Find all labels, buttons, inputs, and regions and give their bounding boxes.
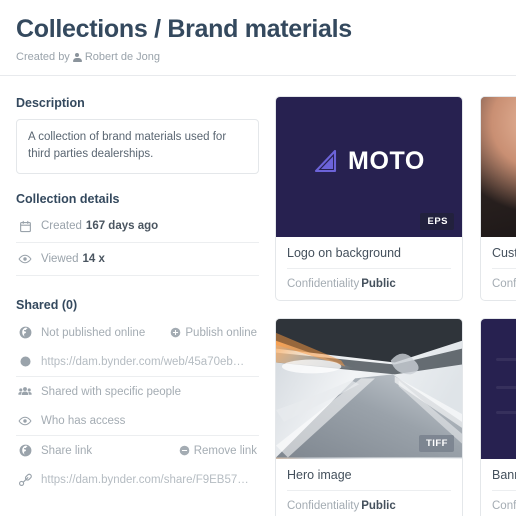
confidentiality-label: Confidentiality [492,500,516,512]
asset-confidentiality: ConfidentialityPublic [492,269,516,290]
confidentiality-label: Confidentiality [492,278,516,290]
asset-card[interactable]: TIFF Hero image Confidentiality Public [275,318,463,516]
asset-card[interactable]: Customer ConfidentialityPublic [480,96,516,301]
detail-value-viewed: 14 x [82,253,105,265]
confidentiality-label: Confidentiality [287,278,360,290]
author-name[interactable]: Robert de Jong [85,51,160,64]
detail-label-viewed: Viewed [41,253,79,265]
detail-label-created: Created [41,220,82,232]
plus-circle-icon [170,327,181,338]
asset-confidentiality: ConfidentialityPublic [492,491,516,512]
details-sidebar: Description A collection of brand materi… [0,76,275,494]
circle-icon [18,355,32,369]
confidentiality-label: Confidentiality [287,500,360,512]
description-heading: Description [16,96,85,110]
moto-wordmark: MOTO [348,146,425,175]
assets-grid-region: MOTO EPS Logo on background Confidential… [275,76,516,516]
file-type-badge: TIFF [418,435,454,452]
link-icon [18,473,32,487]
asset-thumbnail[interactable] [481,319,516,459]
remove-link-button[interactable]: Remove link [179,445,257,457]
asset-title: Banner [492,468,516,491]
remove-link-label: Remove link [193,444,257,457]
shared-row-specific-people[interactable]: Shared with specific people [16,377,259,406]
eye-icon [18,252,32,266]
banner-stripe [495,411,516,415]
shared-label-who-has-access: Who has access [41,414,126,427]
asset-thumbnail[interactable]: MOTO EPS [276,97,462,237]
asset-thumbnail[interactable]: TIFF [276,319,462,459]
collection-details-heading: Collection details [16,192,120,206]
calendar-icon [18,219,32,233]
moto-logo-lockup: MOTO [313,147,425,176]
person-icon [72,52,82,63]
moto-triangle-icon [314,149,337,173]
detail-value-created: 167 days ago [85,220,159,232]
asset-card-body: Hero image Confidentiality Public [276,459,462,516]
description-text[interactable]: A collection of brand materials used for… [16,119,259,174]
asset-card-body: Banner ConfidentialityPublic [481,459,516,516]
people-icon [18,385,32,399]
globe-icon [18,444,32,458]
page-header: Collections / Brand materials Created by… [0,0,516,76]
asset-title: Customer [492,246,516,269]
created-by-byline: Created by Robert de Jong [16,51,500,64]
confidentiality-value: Public [361,278,396,290]
asset-card-body: Customer ConfidentialityPublic [481,237,516,300]
page-body: Description A collection of brand materi… [0,76,516,516]
confidentiality-value: Public [361,500,396,512]
banner-stripe [495,358,516,362]
asset-confidentiality: ConfidentialityPublic [287,491,451,512]
page-title: Collections / Brand materials [16,15,352,43]
eye-icon [18,414,32,428]
detail-row-created: Created 167 days ago [16,210,259,243]
asset-title: Logo on background [287,246,451,269]
shared-row-share-link: Share link Remove link [16,436,259,465]
asset-confidentiality: ConfidentialityPublic [287,269,451,290]
shared-label-specific-people: Shared with specific people [41,385,181,398]
created-by-label: Created by [16,51,70,63]
asset-card-body: Logo on background Confidentiality Public [276,237,462,300]
globe-icon [18,326,32,340]
publish-online-button[interactable]: Publish online [170,327,257,339]
share-url-text[interactable]: https://dam.bynder.com/share/F9EB5740-6F… [41,474,249,486]
detail-row-viewed: Viewed 14 x [16,243,259,276]
asset-card[interactable]: MOTO EPS Logo on background Confidential… [275,96,463,301]
web-url-text[interactable]: https://dam.bynder.com/web/45a70eb00bbc4… [41,356,249,368]
shared-label-share-link: Share link [41,444,93,457]
file-type-badge: EPS [420,213,454,230]
shared-row-published: Not published online Publish online [16,318,259,347]
shared-heading: Shared (0) [16,298,78,312]
shared-row-web-url: https://dam.bynder.com/web/45a70eb00bbc4… [16,347,259,377]
minus-circle-icon [179,445,190,456]
collection-detail-page: Collections / Brand materials Created by… [0,0,516,516]
shared-label-published: Not published online [41,326,146,339]
asset-card[interactable]: Banner ConfidentialityPublic [480,318,516,516]
banner-stripe [495,386,516,390]
publish-online-label: Publish online [185,326,257,339]
shared-row-share-url: https://dam.bynder.com/share/F9EB5740-6F… [16,465,259,494]
assets-grid: MOTO EPS Logo on background Confidential… [275,96,516,516]
shared-row-who-has-access[interactable]: Who has access [16,406,259,436]
asset-title: Hero image [287,468,451,491]
asset-thumbnail[interactable] [481,97,516,237]
